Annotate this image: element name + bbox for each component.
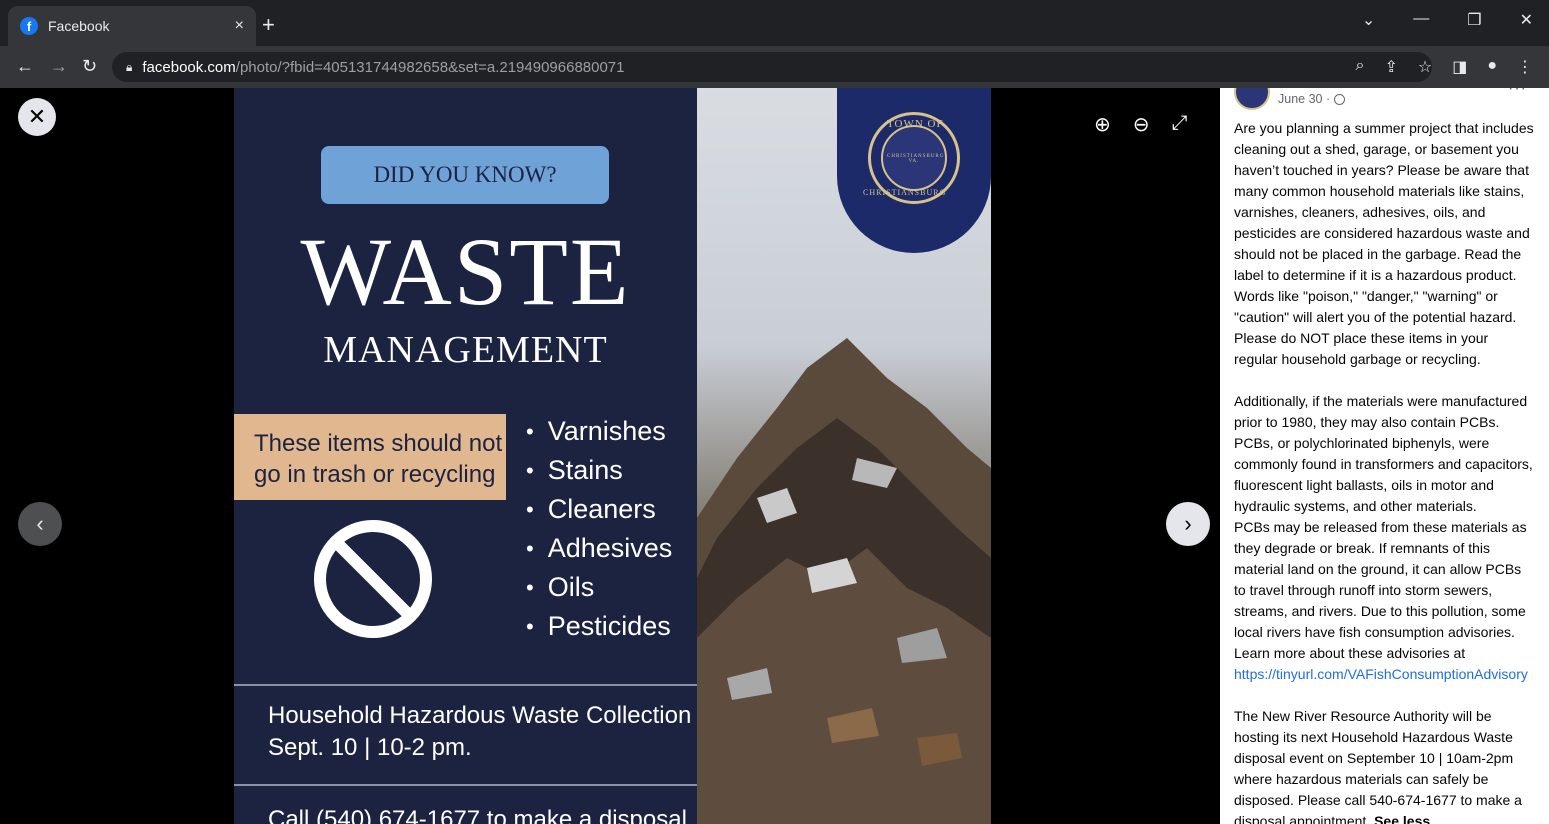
fullscreen-icon[interactable]: ⤢	[1172, 112, 1188, 137]
url-input[interactable]: 🔒︎ facebook.com /photo/?fbid=40513174498…	[112, 52, 1432, 82]
poster-left-panel: DID YOU KNOW? WASTE MANAGEMENT These ite…	[234, 88, 697, 824]
zoom-out-icon[interactable]: ⊖	[1133, 112, 1150, 137]
see-less-link[interactable]: See less	[1374, 813, 1430, 824]
bookmark-star-icon[interactable]: ☆	[1418, 57, 1432, 77]
advisory-link[interactable]: https://tinyurl.com/VAFishConsumptionAdv…	[1234, 666, 1528, 682]
collection-line2: Sept. 10 | 10-2 pm.	[268, 734, 472, 761]
post-paragraph: The New River Resource Authority will be…	[1234, 708, 1522, 824]
list-item: Pesticides	[526, 607, 672, 646]
post-side-panel: June 30 · ··· Are you planning a summer …	[1220, 88, 1549, 824]
profile-icon[interactable]: ●	[1487, 57, 1497, 77]
window-controls: ⌄ — ❐ ✕	[1362, 10, 1533, 30]
close-icon: ✕	[27, 104, 47, 129]
menu-dots-icon[interactable]: ⋮	[1517, 57, 1533, 77]
collection-info: Household Hazardous Waste Collection Sep…	[268, 700, 691, 764]
poster-title: WASTE	[300, 218, 631, 325]
post-paragraph: Are you planning a summer project that i…	[1234, 120, 1534, 367]
photo-viewer: DID YOU KNOW? WASTE MANAGEMENT These ite…	[0, 88, 1220, 824]
facebook-logo-icon: f	[20, 17, 38, 35]
did-you-know-banner: DID YOU KNOW?	[321, 146, 609, 204]
close-viewer-button[interactable]: ✕	[18, 98, 56, 136]
more-options-icon[interactable]: ···	[1508, 88, 1527, 98]
minimize-icon[interactable]: —	[1413, 10, 1429, 30]
page-avatar[interactable]	[1234, 88, 1270, 110]
tab-title: Facebook	[48, 18, 110, 34]
items-note-box: These items should not go in trash or re…	[234, 414, 506, 500]
new-tab-button[interactable]: +	[262, 12, 275, 38]
post-paragraph: Additionally, if the materials were manu…	[1234, 393, 1533, 514]
tab-search-icon[interactable]: ⌄	[1362, 10, 1375, 30]
viewer-tools: ⊕ ⊖ ⤢	[1094, 112, 1188, 137]
address-bar-icons: ⌕ ⇪ ☆ ◨ ● ⋮	[1355, 57, 1533, 77]
scrap-photo: TOWN OF CHRISTIANSBURG CHRISTIANSBURG VA…	[697, 88, 991, 824]
url-path: /photo/?fbid=405131744982658&set=a.21949…	[235, 58, 625, 76]
prohibited-icon	[314, 520, 432, 638]
post-meta: June 30 ·	[1278, 92, 1346, 106]
divider	[234, 684, 697, 686]
poster-image: DID YOU KNOW? WASTE MANAGEMENT These ite…	[234, 88, 991, 824]
divider	[234, 784, 697, 786]
chevron-right-icon: ›	[1184, 511, 1192, 536]
share-icon[interactable]: ⇪	[1384, 57, 1397, 77]
zoom-in-icon[interactable]: ⊕	[1094, 112, 1111, 137]
list-item: Stains	[526, 451, 672, 490]
poster-subtitle: MANAGEMENT	[323, 329, 608, 371]
side-panel-icon[interactable]: ◨	[1452, 57, 1467, 77]
tab-close-icon[interactable]: ×	[235, 17, 244, 35]
scrap-pile-image	[697, 338, 991, 824]
list-item: Adhesives	[526, 529, 673, 568]
seal-bottom-text: CHRISTIANSBURG	[863, 188, 947, 197]
lock-icon: 🔒︎	[126, 59, 133, 74]
list-item: Varnishes	[526, 412, 672, 451]
post-text: Are you planning a summer project that i…	[1234, 118, 1534, 824]
seal-center-text: CHRISTIANSBURG VA.	[887, 154, 945, 164]
seal-top-text: TOWN OF	[887, 118, 944, 130]
post-date[interactable]: June 30 ·	[1278, 92, 1330, 106]
url-domain: facebook.com	[142, 58, 236, 76]
previous-photo-button[interactable]: ‹	[18, 502, 62, 546]
items-note-line1: These items should not	[254, 430, 503, 457]
zoom-indicator-icon[interactable]: ⌕	[1355, 57, 1364, 77]
back-icon[interactable]: ←	[16, 56, 34, 77]
list-item: Oils	[526, 568, 672, 607]
restore-icon[interactable]: ❐	[1467, 10, 1481, 30]
chevron-left-icon: ‹	[36, 511, 44, 536]
next-photo-button[interactable]: ›	[1166, 502, 1210, 546]
browser-tab-bar: f Facebook × + ⌄ — ❐ ✕	[0, 0, 1549, 46]
forward-icon[interactable]: →	[50, 56, 68, 77]
town-seal-banner: TOWN OF CHRISTIANSBURG CHRISTIANSBURG VA…	[837, 88, 991, 253]
browser-address-bar: ← → ↻ 🔒︎ facebook.com /photo/?fbid=40513…	[0, 46, 1549, 88]
collection-line1: Household Hazardous Waste Collection	[268, 702, 692, 729]
window-close-icon[interactable]: ✕	[1520, 10, 1533, 30]
reload-icon[interactable]: ↻	[82, 56, 97, 77]
items-note-line2: go in trash or recycling	[254, 461, 496, 488]
browser-tab-facebook[interactable]: f Facebook ×	[8, 6, 256, 46]
post-paragraph: PCBs may be released from these material…	[1234, 519, 1527, 661]
globe-icon	[1334, 93, 1346, 105]
call-line: Call (540) 674-1677 to make a disposal	[268, 806, 687, 824]
hazard-items-list: Varnishes Stains Cleaners Adhesives Oils…	[526, 412, 673, 646]
list-item: Cleaners	[526, 490, 672, 529]
